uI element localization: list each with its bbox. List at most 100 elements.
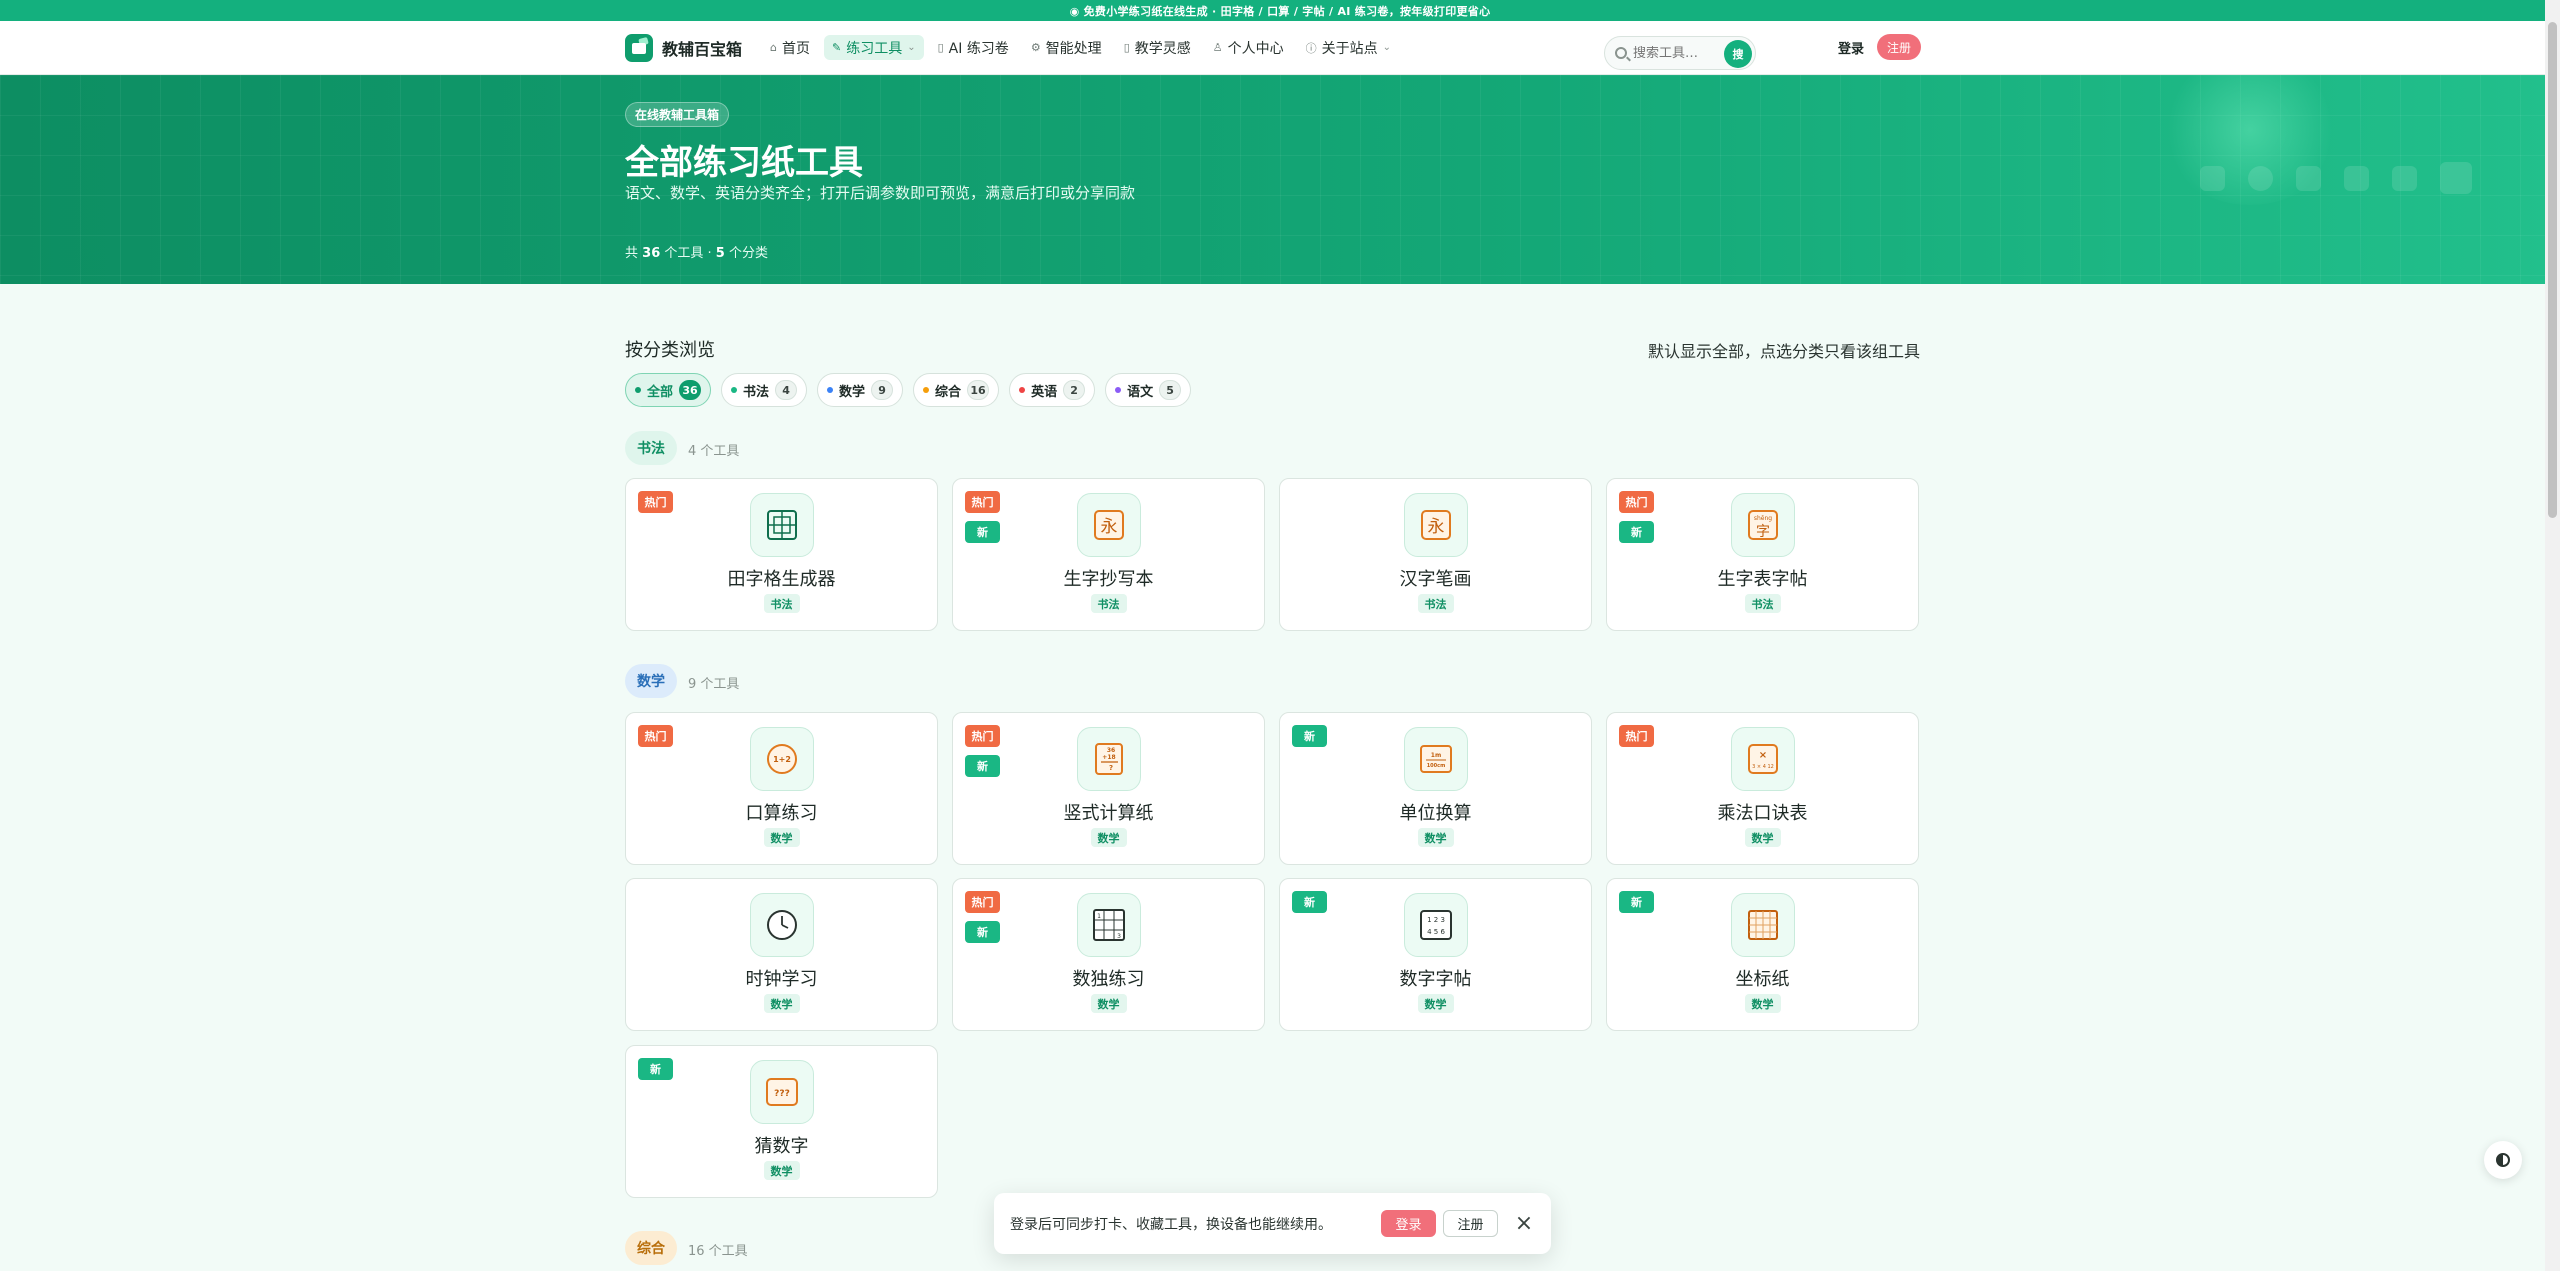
group-tag-calligraphy: 书法 — [625, 431, 677, 465]
tool-card[interactable]: 热门 1+2 口算练习数学 — [625, 712, 938, 865]
svg-text:shēng: shēng — [1754, 515, 1772, 522]
chip-math[interactable]: 数学 9 — [817, 373, 904, 407]
register-button[interactable]: 注册 — [1877, 34, 1921, 60]
svg-text:3 × 4 12: 3 × 4 12 — [1752, 764, 1774, 770]
nav-item-home[interactable]: ⌂ 首页 — [762, 35, 818, 60]
svg-text:永: 永 — [1101, 517, 1118, 537]
chip-calligraphy[interactable]: 书法 4 — [721, 373, 808, 407]
tool-category-tag: 书法 — [1417, 594, 1454, 613]
tool-category-tag: 数学 — [763, 828, 800, 847]
tool-card[interactable]: 热门 田字格生成器 书法 — [625, 478, 938, 631]
toast-register-button[interactable]: 注册 — [1443, 1210, 1498, 1237]
chip-label: 英语 — [1031, 384, 1058, 400]
svg-text:1: 1 — [1097, 913, 1101, 920]
tool-card[interactable]: 热门新 36 +18? 竖式计算纸 数学 — [952, 712, 1265, 865]
user-icon: ♙ — [1212, 41, 1223, 54]
nav-item-about[interactable]: ⓘ 关于站点 ⌄ — [1298, 35, 1399, 60]
chip-english[interactable]: 英语 2 — [1009, 373, 1096, 407]
logo-icon — [625, 34, 653, 62]
tool-card[interactable]: 热门新 shēng 字生字表字帖 书法 — [1606, 478, 1919, 631]
nav-item-teaching-ideas[interactable]: ▯ 教学灵感 — [1116, 35, 1199, 60]
document-icon: ▯ — [937, 41, 944, 54]
stroke-char-icon: 永 — [1404, 493, 1468, 557]
tool-category-tag: 数学 — [1417, 994, 1454, 1013]
nav-item-profile[interactable]: ♙ 个人中心 — [1205, 35, 1292, 60]
chip-count: 2 — [1063, 380, 1086, 400]
announcement-text: ◉ 免费小学练习纸在线生成 · 田字格 / 口算 / 字帖 / AI 练习卷，按… — [1069, 4, 1491, 18]
scrollbar-thumb[interactable] — [2548, 22, 2557, 518]
chip-general[interactable]: 综合 16 — [913, 373, 1000, 407]
theme-toggle-button[interactable] — [2484, 1141, 2522, 1179]
new-badge: 新 — [638, 1058, 673, 1080]
group-tag-math: 数学 — [625, 664, 677, 698]
hot-badge: 热门 — [965, 891, 1000, 913]
chip-all[interactable]: 全部 36 — [625, 373, 712, 407]
tool-category-tag: 数学 — [1744, 828, 1781, 847]
tool-name: 数独练习 — [1072, 969, 1145, 990]
tool-name: 生字抄写本 — [1063, 569, 1154, 590]
chip-chinese[interactable]: 语文 5 — [1105, 373, 1192, 407]
tool-card[interactable]: 新 1 2 3 4 5 6 数字字帖 数学 — [1279, 878, 1592, 1031]
chip-label: 全部 — [647, 384, 674, 400]
browse-hint: 默认显示全部，点选分类只看该组工具 — [1647, 342, 1920, 361]
group-count: 9 个工具 — [688, 677, 740, 692]
login-toast: 登录后可同步打卡、收藏工具，换设备也能继续用。 登录 注册 × — [994, 1193, 1551, 1254]
hot-badge: 热门 — [638, 491, 673, 513]
chip-dot — [635, 387, 641, 393]
sudoku-icon: 13 — [1077, 893, 1141, 957]
gear-icon: ⚙ — [1030, 41, 1041, 54]
tool-card[interactable]: 新 1m 100cm 单位换算 数学 — [1279, 712, 1592, 865]
nav-item-smart-processing[interactable]: ⚙ 智能处理 — [1023, 35, 1110, 60]
close-icon[interactable]: × — [1511, 1210, 1537, 1236]
search-box: 搜 — [1604, 36, 1756, 70]
new-badge: 新 — [1619, 521, 1654, 543]
hot-badge: 热门 — [965, 725, 1000, 747]
tool-card[interactable]: 时钟学习 数学 — [625, 878, 938, 1031]
tool-card[interactable]: 热门 × 3 × 4 12 乘法口诀表 数学 — [1606, 712, 1919, 865]
login-link[interactable]: 登录 — [1838, 38, 1864, 57]
hot-badge: 热门 — [638, 725, 673, 747]
tool-name: 数字字帖 — [1399, 969, 1472, 990]
nav-label: 关于站点 — [1321, 40, 1378, 57]
new-badge: 新 — [965, 755, 1000, 777]
tool-card[interactable]: 热门新 永生字抄写本 书法 — [952, 478, 1265, 631]
pinyin-char-icon: shēng 字 — [1731, 493, 1795, 557]
scrollbar[interactable] — [2545, 0, 2560, 1271]
svg-text:字: 字 — [1756, 524, 1770, 540]
tool-card[interactable]: 热门新 1 3 数独练习 数学 — [952, 878, 1265, 1031]
chip-count: 9 — [871, 380, 894, 400]
hero-badge: 在线教辅工具箱 — [625, 102, 730, 127]
search-input[interactable] — [1633, 45, 1723, 61]
count-prefix: 共 — [625, 246, 639, 261]
tool-card[interactable]: 新坐标纸 数学 — [1606, 878, 1919, 1031]
wrench-icon: ✎ — [831, 41, 842, 54]
chip-label: 数学 — [839, 384, 866, 400]
chip-dot — [1019, 387, 1026, 393]
vertical-calc-icon: 36 +18? — [1077, 727, 1141, 791]
brand-logo[interactable]: 教辅百宝箱 — [625, 34, 742, 62]
nav-label: 教学灵感 — [1134, 40, 1191, 57]
tool-category-tag: 书法 — [1090, 594, 1127, 613]
tool-name: 口算练习 — [745, 803, 818, 824]
brand-name: 教辅百宝箱 — [662, 40, 743, 59]
nav-item-practice-tools[interactable]: ✎ 练习工具 ⌄ — [823, 35, 924, 60]
new-badge: 新 — [1292, 891, 1327, 913]
top-nav: 教辅百宝箱 ⌂ 首页 ✎ 练习工具 ⌄ ▯ AI 练习卷 ⚙ 智能处理 ▯ 教学灵感 ♙ 个人… — [0, 21, 2560, 75]
nav-item-ai-worksheet[interactable]: ▯ AI 练习卷 — [930, 35, 1017, 60]
group-count: 4 个工具 — [688, 444, 740, 459]
tool-category-tag: 数学 — [763, 1161, 800, 1180]
search-button[interactable]: 搜 — [1724, 40, 1752, 68]
chip-count: 36 — [679, 380, 702, 400]
tool-card[interactable]: 新??? 猜数字 数学 — [625, 1045, 938, 1198]
tool-name: 时钟学习 — [745, 969, 818, 990]
svg-text:100cm: 100cm — [1427, 763, 1446, 769]
chip-label: 语文 — [1127, 384, 1154, 400]
group-count: 16 个工具 — [688, 1244, 748, 1259]
svg-text:1+2: 1+2 — [773, 755, 791, 764]
graph-paper-icon — [1731, 893, 1795, 957]
tool-category-tag: 书法 — [763, 594, 800, 613]
svg-text:???: ??? — [774, 1089, 790, 1099]
tool-card[interactable]: 永汉字笔画 书法 — [1279, 478, 1592, 631]
chip-dot — [923, 387, 930, 393]
toast-login-button[interactable]: 登录 — [1381, 1210, 1436, 1237]
